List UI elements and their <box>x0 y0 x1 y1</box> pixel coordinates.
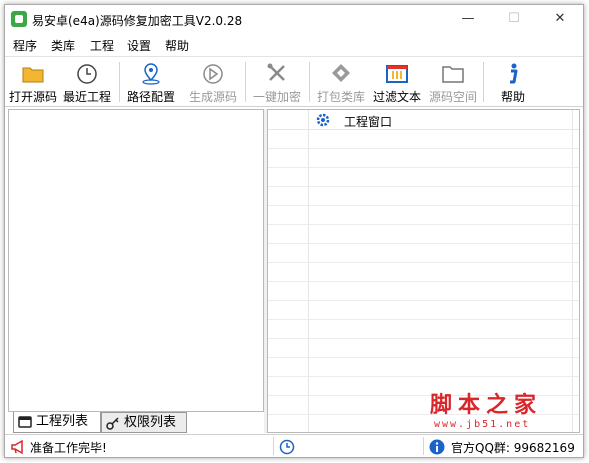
tab-label: 工程列表 <box>36 414 89 429</box>
menu-settings[interactable]: 设置 <box>127 37 151 54</box>
status-divider <box>423 437 424 455</box>
clock-icon <box>77 64 97 84</box>
source-space-button[interactable]: 源码空间 <box>427 59 479 105</box>
play-icon <box>203 64 223 84</box>
toolbar-separator <box>119 62 120 102</box>
generate-source-button[interactable]: 生成源码 <box>187 59 239 105</box>
watermark: 脚本之家 www.jb51.net <box>430 387 542 430</box>
tab-project-list[interactable]: 工程列表 <box>13 412 101 433</box>
toolbar-separator <box>309 62 310 102</box>
menu-project[interactable]: 工程 <box>90 37 114 54</box>
menu-help[interactable]: 帮助 <box>165 37 189 54</box>
help-button[interactable]: 帮助 <box>491 59 535 105</box>
package-library-button[interactable]: 打包类库 <box>315 59 367 105</box>
watermark-text: 脚本之家 <box>430 392 543 418</box>
toolbar: 打开源码 最近工程 路径配置 生成源码 一键加密 打包类库 过滤文本 源码空间 … <box>5 56 583 107</box>
package-icon <box>332 64 350 82</box>
status-message: 准备工作完毕! <box>30 441 107 455</box>
location-pin-icon <box>142 63 160 85</box>
close-button[interactable]: ✕ <box>537 5 583 34</box>
maximize-button[interactable]: ☐ <box>491 5 537 34</box>
tools-icon <box>267 63 285 81</box>
app-logo-icon <box>11 11 27 27</box>
qq-group-text: 官方QQ群: 99682169 <box>451 441 575 455</box>
settings-gear-icon <box>316 113 330 127</box>
info-icon <box>510 63 518 84</box>
filter-text-icon <box>386 65 408 83</box>
recent-projects-button[interactable]: 最近工程 <box>61 59 113 105</box>
project-tree-panel[interactable] <box>8 109 264 412</box>
menu-program[interactable]: 程序 <box>13 37 37 54</box>
left-panel-tabs: 工程列表 权限列表 <box>8 411 264 433</box>
filter-text-button[interactable]: 过滤文本 <box>371 59 423 105</box>
tab-label: 权限列表 <box>124 415 177 430</box>
folder-outline-icon <box>442 66 464 83</box>
minimize-button[interactable]: — <box>445 5 491 34</box>
app-window: 易安卓(e4a)源码修复加密工具V2.0.28 — ☐ ✕ 程序 类库 工程 设… <box>4 4 584 458</box>
status-bar: 准备工作完毕! 官方QQ群: 99682169 <box>5 434 583 457</box>
grid-divider <box>308 110 309 432</box>
megaphone-icon <box>11 439 23 455</box>
path-config-button[interactable]: 路径配置 <box>125 59 177 105</box>
project-window-header: 工程窗口 <box>268 110 579 130</box>
project-window-panel[interactable]: 工程窗口 <box>267 109 580 433</box>
folder-icon <box>22 67 44 83</box>
open-source-button[interactable]: 打开源码 <box>7 59 59 105</box>
menu-bar: 程序 类库 工程 设置 帮助 <box>5 35 583 55</box>
tab-permission-list[interactable]: 权限列表 <box>101 412 187 433</box>
one-click-encrypt-button[interactable]: 一键加密 <box>251 59 303 105</box>
project-window-title: 工程窗口 <box>344 115 393 129</box>
window-icon <box>18 416 32 428</box>
watermark-url: www.jb51.net <box>434 419 531 430</box>
grid-divider <box>572 110 573 432</box>
window-title: 易安卓(e4a)源码修复加密工具V2.0.28 <box>32 14 243 28</box>
clock-icon <box>279 439 295 455</box>
menu-library[interactable]: 类库 <box>51 37 75 54</box>
key-icon <box>106 417 119 430</box>
toolbar-separator <box>483 62 484 102</box>
toolbar-separator <box>245 62 246 102</box>
title-bar: 易安卓(e4a)源码修复加密工具V2.0.28 — ☐ ✕ <box>5 5 583 34</box>
info-icon <box>429 439 445 455</box>
status-divider <box>273 437 274 455</box>
